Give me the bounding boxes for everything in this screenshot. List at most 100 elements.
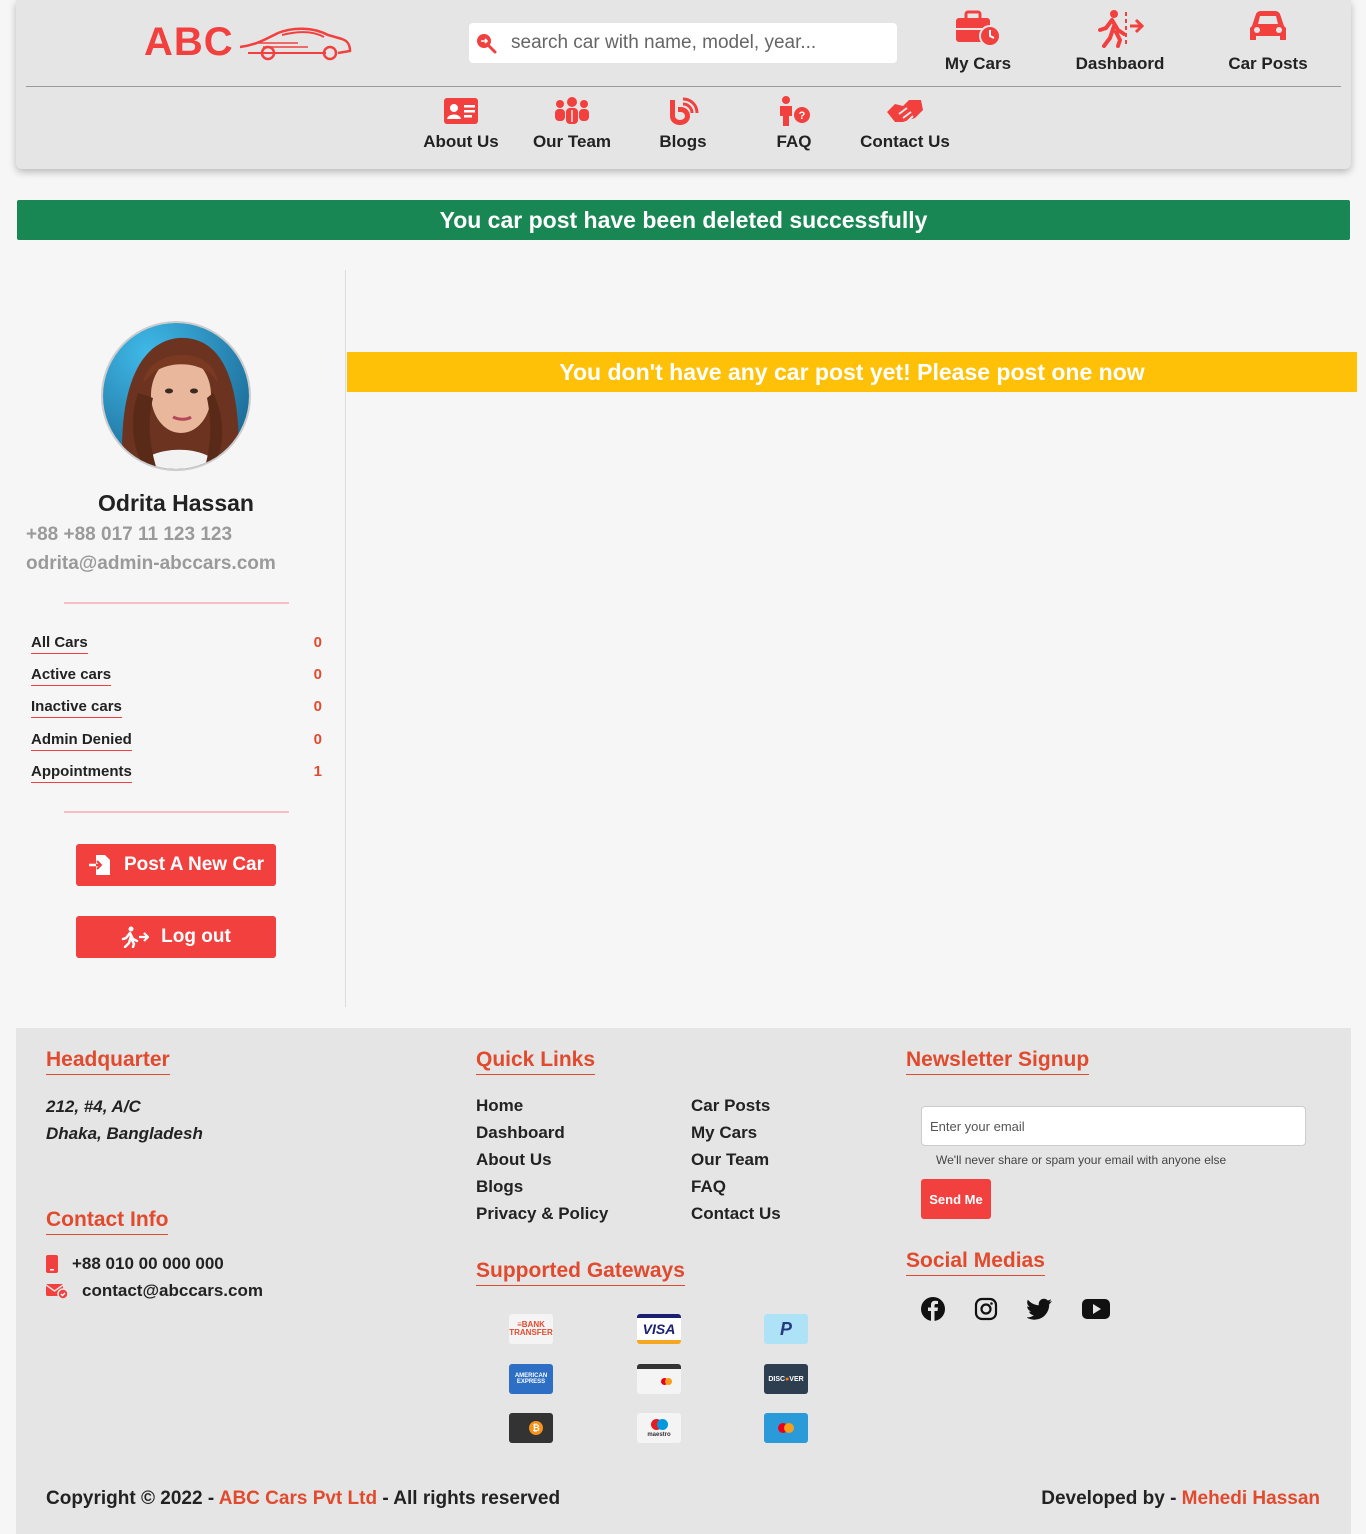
nav-dashboard[interactable]: Dashbaord (1070, 8, 1170, 74)
newsletter-email-input[interactable]: Enter your email (921, 1106, 1306, 1146)
developed-by: Developed by - Mehedi Hassan (1041, 1488, 1320, 1510)
users-icon (555, 97, 589, 124)
logo[interactable]: ABC (144, 20, 353, 65)
phone-icon (46, 1255, 58, 1273)
footer-link-home[interactable]: Home (476, 1096, 523, 1116)
post-new-car-button[interactable]: Post A New Car (76, 844, 276, 886)
address-line-2: Dhaka, Bangladesh (46, 1124, 203, 1143)
id-card-icon (444, 98, 478, 124)
running-exit-icon (1098, 10, 1144, 48)
nav-contact-us-label: Contact Us (860, 132, 950, 151)
nav-car-posts-label: Car Posts (1228, 54, 1308, 73)
stat-label[interactable]: Appointments (31, 763, 132, 783)
nav-contact-us[interactable]: Contact Us (855, 96, 955, 152)
footer-link-privacy[interactable]: Privacy & Policy (476, 1204, 608, 1224)
instagram-icon[interactable] (971, 1294, 1001, 1324)
nav-car-posts[interactable]: Car Posts (1218, 8, 1318, 74)
stat-inactive-cars[interactable]: Inactive cars 0 (31, 698, 322, 718)
running-exit-icon (121, 926, 150, 948)
footer-link-our-team[interactable]: Our Team (691, 1150, 769, 1170)
site-footer: Headquarter 212, #4, A/C Dhaka, Banglade… (16, 1028, 1351, 1534)
twitter-icon[interactable] (1025, 1294, 1055, 1324)
svg-text:?: ? (799, 110, 806, 122)
headquarter-title: Headquarter (46, 1048, 170, 1075)
discover-icon: DISC ● VER (764, 1364, 808, 1394)
copyright: Copyright © 2022 - ABC Cars Pvt Ltd - Al… (46, 1488, 560, 1510)
youtube-icon[interactable] (1081, 1294, 1111, 1324)
stat-label[interactable]: All Cars (31, 634, 88, 654)
contact-phone[interactable]: +88 010 00 000 000 (46, 1254, 224, 1274)
nav-my-cars-label: My Cars (944, 54, 1012, 73)
stat-label[interactable]: Active cars (31, 666, 112, 686)
nav-faq[interactable]: ? FAQ (744, 96, 844, 152)
profile-phone: +88 +88 017 11 123 123 (26, 524, 233, 545)
maestro-icon: maestro (637, 1413, 681, 1443)
footer-link-dashboard[interactable]: Dashboard (476, 1123, 565, 1143)
logout-button[interactable]: Log out (76, 916, 276, 958)
briefcase-clock-icon (956, 10, 1001, 47)
logo-text: ABC (144, 20, 234, 64)
copyright-suffix: - All rights reserved (377, 1488, 561, 1509)
nav-about-us[interactable]: About Us (411, 96, 511, 152)
bank-transfer-icon: ≡BANK TRANSFER (509, 1314, 553, 1344)
stat-value: 0 (313, 731, 322, 748)
profile-sidebar: Odrita Hassan +88 +88 017 11 123 123 odr… (16, 270, 346, 1007)
footer-link-blogs[interactable]: Blogs (476, 1177, 523, 1197)
mastercard-icon (764, 1413, 808, 1443)
stats-divider (64, 811, 289, 813)
send-me-button[interactable]: Send Me (921, 1179, 991, 1219)
contact-phone-text: +88 010 00 000 000 (72, 1254, 224, 1273)
person-question-icon: ? (780, 96, 810, 126)
profile-email: odrita@admin-abccars.com (26, 553, 276, 574)
newsletter-title: Newsletter Signup (906, 1048, 1090, 1075)
social-medias-title: Social Medias (906, 1249, 1045, 1276)
footer-link-contact-us[interactable]: Contact Us (691, 1204, 781, 1224)
visa-icon: VISA (637, 1314, 681, 1344)
american-express-icon: AMERICAN EXPRESS (509, 1364, 553, 1394)
footer-link-my-cars[interactable]: My Cars (691, 1123, 757, 1143)
stat-value: 0 (313, 634, 322, 651)
search-input[interactable] (503, 24, 883, 62)
stat-active-cars[interactable]: Active cars 0 (31, 666, 322, 686)
post-new-car-label: Post A New Car (123, 854, 265, 875)
nav-about-us-label: About Us (423, 132, 499, 151)
search-bar (469, 23, 897, 63)
nav-blogs[interactable]: Blogs (633, 96, 733, 152)
stat-label[interactable]: Inactive cars (31, 698, 122, 718)
footer-link-car-posts[interactable]: Car Posts (691, 1096, 770, 1116)
avatar (101, 321, 251, 471)
file-import-icon (88, 855, 110, 875)
handshake-icon (887, 100, 923, 123)
blog-icon (670, 97, 699, 125)
paypal-icon: P (764, 1314, 808, 1344)
quick-links-title: Quick Links (476, 1048, 596, 1075)
footer-link-faq[interactable]: FAQ (691, 1177, 726, 1197)
stat-appointments[interactable]: Appointments 1 (31, 763, 322, 783)
no-posts-alert: You don't have any car post yet! Please … (347, 352, 1357, 392)
contact-info-title: Contact Info (46, 1208, 169, 1235)
newsletter-help-text: We'll never share or spam your email wit… (936, 1153, 1227, 1167)
nav-our-team-label: Our Team (532, 132, 612, 151)
developer-link[interactable]: Mehedi Hassan (1182, 1488, 1320, 1509)
nav-our-team[interactable]: Our Team (522, 96, 622, 152)
stat-all-cars[interactable]: All Cars 0 (31, 634, 322, 654)
profile-name: Odrita Hassan (98, 490, 254, 516)
success-alert: You car post have been deleted successfu… (17, 200, 1350, 240)
stat-admin-denied[interactable]: Admin Denied 0 (31, 731, 322, 751)
contact-email[interactable]: contact@abccars.com (46, 1281, 263, 1301)
gateways-title: Supported Gateways (476, 1259, 685, 1286)
stat-value: 1 (313, 763, 322, 780)
nav-dashboard-label: Dashbaord (1075, 54, 1165, 73)
stat-value: 0 (313, 698, 322, 715)
copyright-company-link[interactable]: ABC Cars Pvt Ltd (219, 1488, 377, 1509)
copyright-prefix: Copyright © 2022 - (46, 1488, 219, 1509)
stat-label[interactable]: Admin Denied (31, 731, 132, 751)
search-icon[interactable] (469, 23, 503, 63)
address-line-1: 212, #4, A/C (46, 1097, 141, 1116)
facebook-icon[interactable] (918, 1294, 948, 1324)
nav-my-cars[interactable]: My Cars (928, 8, 1028, 74)
logout-label: Log out (161, 926, 231, 947)
contact-email-text: contact@abccars.com (82, 1281, 263, 1300)
profile-divider (64, 602, 289, 604)
footer-link-about-us[interactable]: About Us (476, 1150, 552, 1170)
